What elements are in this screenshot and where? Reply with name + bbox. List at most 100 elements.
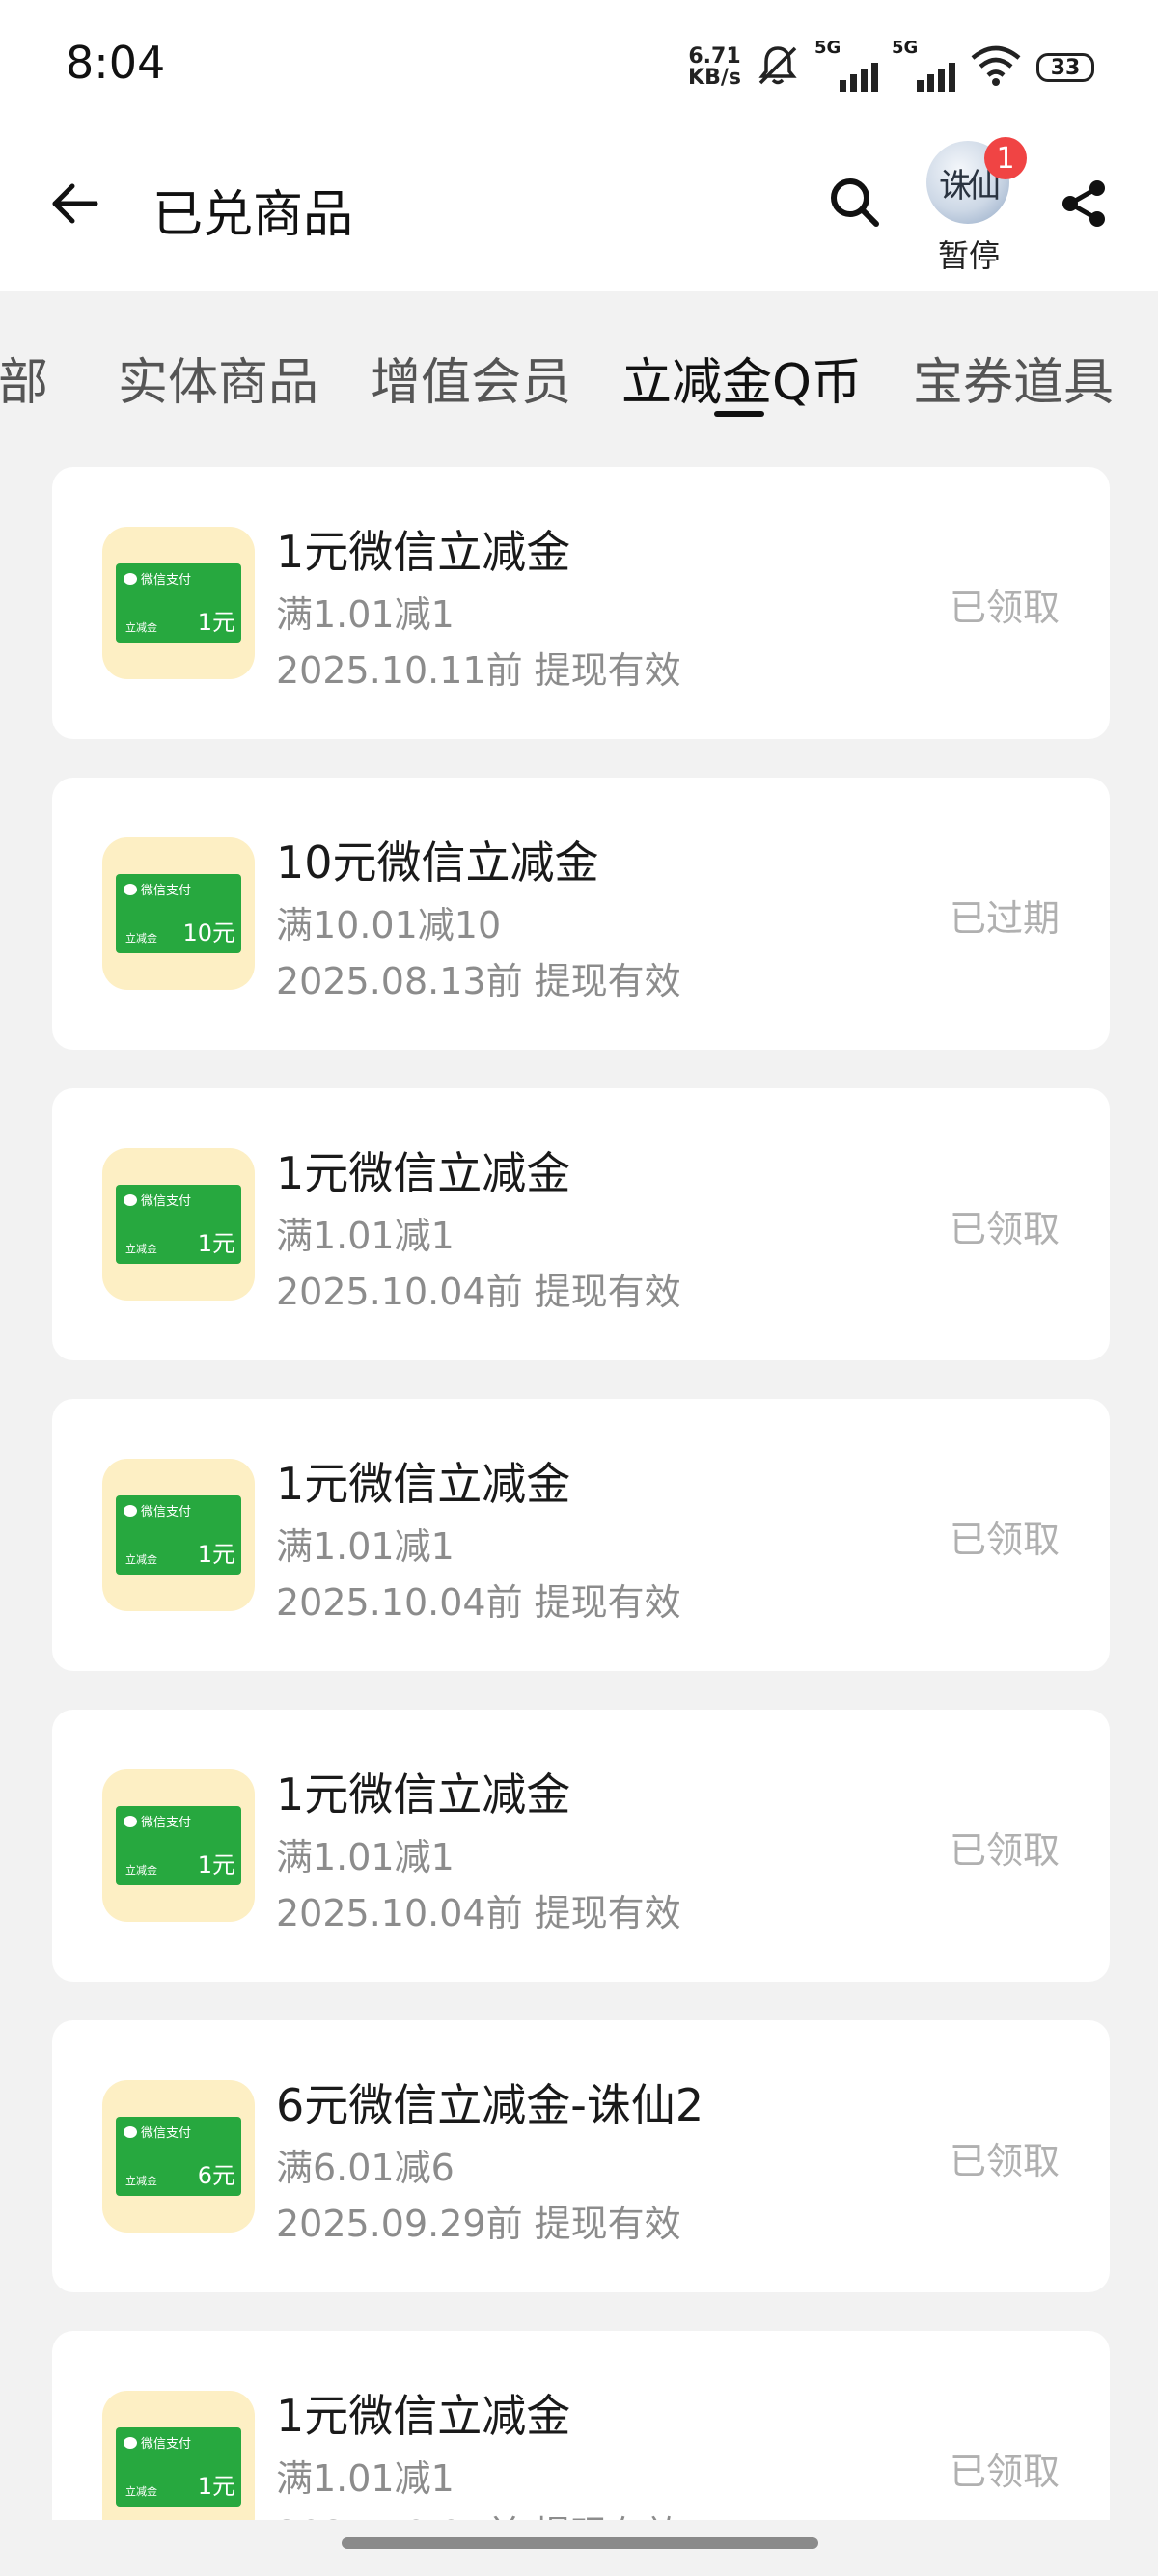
voucher-amount: 1元 <box>197 609 235 636</box>
tab-vouchers-items[interactable]: 宝券道具 <box>913 342 1114 414</box>
voucher-amount: 6元 <box>197 2162 235 2189</box>
voucher-kind-label: 立减金 <box>125 1553 157 1566</box>
page-title: 已兑商品 <box>152 186 354 244</box>
wechat-voucher-image: 微信支付 立减金 1元 <box>116 1185 241 1264</box>
notification-badge: 1 <box>984 137 1027 179</box>
voucher-card[interactable]: 微信支付 立减金 1元 1元微信立减金 满1.01减1 2025.10.11前 提现有效 已… <box>52 467 1110 739</box>
voucher-status: 已领取 <box>949 1208 1060 1250</box>
voucher-thumbnail: 微信支付立减金 1元 <box>102 1459 255 1611</box>
voucher-status: 已领取 <box>949 587 1060 629</box>
tab-discount-qcoin[interactable]: 立减金Q币 <box>621 342 862 414</box>
avatar-label: 暂停 <box>937 237 1000 274</box>
voucher-amount: 10元 <box>182 919 235 946</box>
wechat-voucher-image: 微信支付立减金 6元 <box>116 2117 241 2196</box>
battery-icon: 33 <box>1036 53 1094 82</box>
voucher-rule: 满1.01减1 <box>276 2457 455 2500</box>
wechat-pay-mark: 微信支付 <box>124 880 191 898</box>
voucher-status: 已领取 <box>949 2451 1060 2493</box>
voucher-status: 已领取 <box>949 2140 1060 2182</box>
voucher-card[interactable]: 微信支付立减金 1元 1元微信立减金满1.01减1 2025.10.04前 提现有效 已… <box>52 1399 1110 1671</box>
voucher-expiry: 2025.10.04前 提现有效 <box>276 1892 681 1934</box>
wechat-voucher-image: 微信支付立减金 1元 <box>116 563 241 643</box>
wechat-pay-mark: 微信支付 <box>124 1501 191 1520</box>
sim1-label: 5G <box>814 38 841 58</box>
voucher-title: 6元微信立减金-诛仙2 <box>276 2079 704 2131</box>
status-icons: 6.71 KB/s 5G 5G 33 <box>688 38 1094 95</box>
voucher-status: 已领取 <box>949 1829 1060 1872</box>
wechat-logo-icon <box>124 883 137 895</box>
voucher-pay-label: 微信支付 <box>141 573 192 588</box>
wechat-logo-icon <box>124 1815 137 1827</box>
voucher-rule: 满1.01减1 <box>276 593 455 636</box>
tab-physical-goods[interactable]: 实体商品 <box>118 342 318 414</box>
voucher-expiry: 2025.08.13前 提现有效 <box>276 960 681 1002</box>
voucher-thumbnail: 微信支付立减金 6元 <box>102 2080 255 2233</box>
voucher-status: 已过期 <box>949 897 1060 940</box>
voucher-card[interactable]: 微信支付 立减金 6元 6元微信立减金-诛仙2 满6.01减6 2025.09.29前 提… <box>52 2020 1110 2292</box>
tab-all[interactable]: 全部 <box>0 342 48 414</box>
voucher-thumbnail: 微信支付 立减金 1元 <box>102 1148 255 1301</box>
home-indicator[interactable] <box>342 2537 818 2549</box>
status-time: 8:04 <box>66 37 166 89</box>
active-tab-indicator <box>714 411 764 417</box>
voucher-kind-label: 立减金 <box>125 1864 157 1877</box>
signal-sim2-icon: 5G <box>892 38 955 92</box>
voucher-status: 已领取 <box>949 1519 1060 1561</box>
voucher-rule: 满1.01减1 <box>276 1215 455 1257</box>
voucher-expiry: 2025.10.04前 提现有效 <box>276 2505 681 2520</box>
voucher-expiry: 2025.09.29前 提现有效 <box>276 2203 681 2245</box>
voucher-rule: 满10.01减10 <box>276 904 502 946</box>
voucher-title: 1元微信立减金 <box>276 2390 571 2442</box>
wechat-logo-icon <box>124 2125 137 2138</box>
voucher-title: 1元微信立减金 <box>276 1147 571 1199</box>
voucher-title: 10元微信立减金 <box>276 836 599 889</box>
wechat-voucher-image: 微信支付 立减金 1元 <box>116 1806 241 1885</box>
wechat-logo-icon <box>124 1193 137 1206</box>
battery-level: 33 <box>1050 55 1081 80</box>
sim2-label: 5G <box>892 38 919 58</box>
voucher-kind-label: 立减金 <box>125 621 157 634</box>
network-speed-value: 6.71 <box>688 44 741 69</box>
voucher-card[interactable]: 微信支付立减金 1元 1元微信立减金满1.01减1 2025.10.04前 提现有效 已… <box>52 2331 1110 2520</box>
network-speed: 6.71 KB/s <box>688 46 741 89</box>
voucher-card[interactable]: 微信支付立减金 1元 1元微信立减金满1.01减1 2025.10.04前 提现有效 已… <box>52 1088 1110 1360</box>
voucher-kind-label: 立减金 <box>125 932 157 945</box>
wechat-pay-mark: 微信支付 <box>124 1812 191 1830</box>
signal-sim1-icon: 5G <box>814 38 878 92</box>
voucher-pay-label: 微信支付 <box>141 1505 192 1520</box>
voucher-card[interactable]: 微信支付立减金 10元 10元微信立减金满10.01减10 2025.08.13前 提… <box>52 778 1110 1050</box>
search-button[interactable] <box>820 168 890 237</box>
voucher-card[interactable]: 微信支付立减金 1元 1元微信立减金满1.01减1 2025.10.04前 提现有效 已… <box>52 1710 1110 1982</box>
voucher-kind-label: 立减金 <box>125 2175 157 2187</box>
wechat-voucher-image: 微信支付立减金 1元 <box>116 1495 241 1575</box>
wechat-pay-mark: 微信支付 <box>124 2433 191 2452</box>
voucher-rule: 满1.01减1 <box>276 1525 455 1568</box>
wechat-logo-icon <box>124 572 137 585</box>
wechat-pay-mark: 微信支付 <box>124 1191 191 1209</box>
category-tabs: 全部 实体商品 增值会员 立减金Q币 宝券道具 <box>0 291 1158 436</box>
floating-game-widget[interactable]: 诛仙 1 暂停 <box>923 137 1027 274</box>
tab-membership[interactable]: 增值会员 <box>371 342 571 414</box>
voucher-title: 1元微信立减金 <box>276 526 571 578</box>
back-button[interactable] <box>41 170 108 237</box>
wechat-logo-icon <box>124 2436 137 2449</box>
voucher-rule: 满1.01减1 <box>276 1836 455 1878</box>
wechat-voucher-image: 微信支付立减金 10元 <box>116 874 241 953</box>
voucher-thumbnail: 微信支付 立减金 1元 <box>102 2391 255 2520</box>
voucher-pay-label: 微信支付 <box>141 2126 192 2141</box>
wifi-icon <box>969 44 1023 91</box>
share-button[interactable] <box>1050 170 1117 237</box>
wechat-voucher-image: 微信支付 立减金 1元 <box>116 2427 241 2507</box>
voucher-amount: 1元 <box>197 2473 235 2500</box>
search-icon <box>831 178 879 227</box>
voucher-pay-label: 微信支付 <box>141 1194 192 1209</box>
network-speed-unit: KB/s <box>688 66 741 90</box>
voucher-expiry: 2025.10.04前 提现有效 <box>276 1271 681 1313</box>
mute-bell-icon <box>755 42 801 93</box>
voucher-amount: 1元 <box>197 1541 235 1568</box>
voucher-thumbnail: 微信支付立减金 10元 <box>102 837 255 990</box>
status-bar: 8:04 6.71 KB/s 5G 5G 33 <box>0 0 1158 131</box>
wechat-logo-icon <box>124 1504 137 1517</box>
voucher-amount: 1元 <box>197 1230 235 1257</box>
voucher-pay-label: 微信支付 <box>141 884 192 898</box>
